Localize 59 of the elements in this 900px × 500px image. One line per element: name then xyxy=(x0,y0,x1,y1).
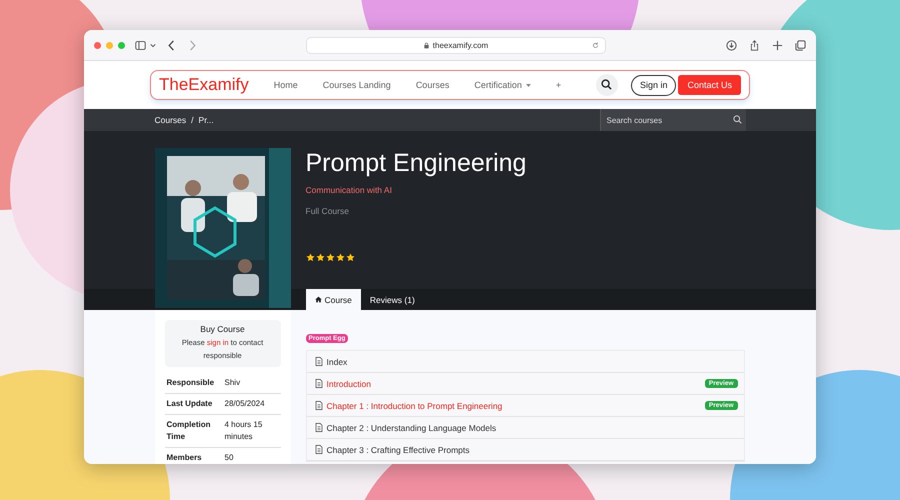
tabs-icon[interactable] xyxy=(795,40,806,50)
search-button[interactable] xyxy=(596,74,618,96)
star-icon xyxy=(326,253,334,262)
detail-label: Responsible xyxy=(164,373,222,394)
nav-link[interactable]: Courses Landing xyxy=(322,80,391,90)
detail-value: 28/05/2024 xyxy=(222,394,280,414)
search-icon[interactable] xyxy=(732,115,742,124)
url-text: theexamify.com xyxy=(432,40,488,50)
breadcrumb-separator: / xyxy=(191,115,194,125)
detail-label: Completion Time xyxy=(164,414,222,448)
nav-link[interactable]: Courses xyxy=(416,80,450,90)
nav-link[interactable]: + xyxy=(556,80,562,90)
lock-icon xyxy=(424,42,429,48)
detail-value: Shiv xyxy=(222,373,280,394)
detail-value: 50 xyxy=(222,448,280,464)
document-icon xyxy=(314,357,322,366)
tab[interactable]: Course xyxy=(306,289,361,310)
detail-label: Members xyxy=(164,448,222,464)
reload-icon[interactable] xyxy=(592,42,599,48)
share-icon[interactable] xyxy=(749,40,760,50)
plus-icon[interactable] xyxy=(772,40,783,50)
lesson-title: Chapter 3 : Crafting Effective Prompts xyxy=(326,444,470,454)
breadcrumb-link[interactable]: Courses xyxy=(154,115,186,125)
lesson-row[interactable]: Chapter 2 : Understanding Language Models xyxy=(306,417,744,439)
address-bar[interactable]: theexamify.com xyxy=(306,36,606,54)
lesson-row[interactable]: Chapter 3 : Crafting Effective Prompts xyxy=(306,439,744,461)
lesson-row[interactable]: Index xyxy=(306,351,744,373)
lesson-title: Chapter 1 : Introduction to Prompt Engineering xyxy=(326,400,502,410)
star-icon xyxy=(306,253,314,262)
search-field[interactable]: Search courses xyxy=(600,109,746,131)
course-subtitle: Communication with AI xyxy=(306,185,393,195)
sidebar-icon[interactable] xyxy=(135,40,146,50)
star-icon xyxy=(316,253,324,262)
detail-value: 4 hours 15 minutes xyxy=(222,414,280,448)
document-icon xyxy=(314,423,322,432)
course-type: Full Course xyxy=(306,206,350,216)
breadcrumb-link[interactable]: Pr... xyxy=(198,115,214,125)
caret-icon xyxy=(526,84,531,86)
star-icon xyxy=(336,253,344,262)
brand-logo[interactable]: TheExamify xyxy=(159,75,249,95)
lesson-title: Introduction xyxy=(326,378,371,388)
chevron-down-icon[interactable] xyxy=(150,42,156,48)
sign-in-button[interactable]: Sign in xyxy=(630,74,676,96)
star-icon xyxy=(346,253,354,262)
course-title: Prompt Engineering xyxy=(306,148,528,178)
search-icon xyxy=(600,79,612,90)
nav-dropdown[interactable]: Certification xyxy=(474,80,531,90)
detail-label: Last Update xyxy=(164,394,222,414)
download-icon[interactable] xyxy=(726,40,737,50)
contact-button[interactable]: Contact Us xyxy=(678,75,741,95)
card-title: Buy Course xyxy=(199,324,246,334)
lesson-title: Index xyxy=(326,356,348,366)
tab[interactable]: Reviews (1) xyxy=(360,289,424,310)
home-icon xyxy=(314,296,322,303)
document-icon xyxy=(314,379,322,388)
nav-link[interactable]: Home xyxy=(274,80,298,90)
document-icon xyxy=(314,401,322,410)
lesson-title: Chapter 2 : Understanding Language Models xyxy=(326,422,496,432)
document-icon xyxy=(314,445,322,454)
